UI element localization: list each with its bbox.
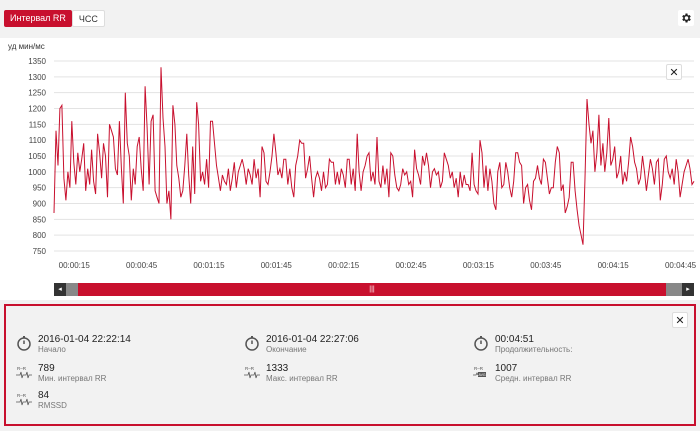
y-tick-label: 800 <box>33 231 47 240</box>
y-tick-label: 750 <box>33 247 47 256</box>
y-tick-label: 1100 <box>29 136 47 145</box>
tab-heart-rate[interactable]: ЧСС <box>71 10 105 27</box>
y-tick-label: 1350 <box>28 57 46 66</box>
scroll-track-right <box>666 283 682 296</box>
svg-text:R–R: R–R <box>17 366 27 371</box>
view-tabs: Интервал RR ЧСС <box>4 10 105 27</box>
stopwatch-icon <box>16 335 32 351</box>
x-tick-label: 00:02:15 <box>328 261 360 270</box>
x-tick-label: 00:01:45 <box>261 261 293 270</box>
svg-text:R–R: R–R <box>17 393 27 398</box>
avg-rr-label: Средн. интервал RR <box>495 374 572 383</box>
x-tick-label: 00:03:45 <box>530 261 562 270</box>
settings-button[interactable] <box>678 10 694 26</box>
x-tick-label: 00:01:15 <box>193 261 225 270</box>
x-tick-label: 00:04:45 <box>665 261 697 270</box>
y-tick-label: 1150 <box>29 120 47 129</box>
min-rr-value: 789 <box>38 363 55 374</box>
svg-text:R–R: R–R <box>245 366 255 371</box>
y-tick-label: 1300 <box>28 73 46 82</box>
max-rr-value: 1333 <box>266 363 289 374</box>
x-tick-label: 00:00:15 <box>59 261 91 270</box>
rmssd-value: 84 <box>38 390 50 401</box>
avg-icon-text: AVG <box>479 373 486 377</box>
x-tick-label: 00:02:45 <box>395 261 427 270</box>
max-rr-label: Макс. интервал RR <box>266 374 338 383</box>
avg-rr-value: 1007 <box>495 363 518 374</box>
scroll-thumb[interactable]: ||| <box>78 283 666 296</box>
y-tick-label: 850 <box>33 215 47 224</box>
rr-min-icon: R–R <box>16 364 32 380</box>
stopwatch-icon <box>473 335 489 351</box>
start-value: 2016-01-04 22:22:14 <box>38 334 131 345</box>
duration-value: 00:04:51 <box>495 334 534 345</box>
y-tick-label: 1050 <box>28 152 46 161</box>
stopwatch-icon <box>244 335 260 351</box>
stat-start: 2016-01-04 22:22:14 Начало <box>16 334 131 355</box>
min-rr-label: Мин. интервал RR <box>38 374 107 383</box>
start-label: Начало <box>38 345 66 354</box>
rr-chart-panel: уд мин/мс 1350 1300 1250 1200 1150 1100 1050 10… <box>0 38 700 300</box>
stat-min-rr: R–R 789 Мин. интервал RR <box>16 363 106 384</box>
stat-rmssd: R–R 84 RMSSD <box>16 390 67 411</box>
chart-close-button[interactable]: ✕ <box>666 64 682 80</box>
y-tick-label: 900 <box>33 200 47 209</box>
stats-close-button[interactable]: ✕ <box>672 312 688 328</box>
stat-max-rr: R–R 1333 Макс. интервал RR <box>244 363 338 384</box>
rmssd-label: RMSSD <box>38 401 67 410</box>
end-label: Окончание <box>266 345 307 354</box>
stat-avg-rr: R–R AVG 1007 Средн. интервал RR <box>473 363 571 384</box>
statistics-panel: ✕ 2016-01-04 22:22:14 Начало 2016-01-04 … <box>4 304 696 426</box>
y-tick-label: 1000 <box>28 168 46 177</box>
gear-icon <box>682 13 691 23</box>
stat-end: 2016-01-04 22:27:06 Окончание <box>244 334 359 355</box>
tab-rr-interval[interactable]: Интервал RR <box>4 10 72 27</box>
y-tick-label: 1250 <box>28 89 46 98</box>
rr-line-chart: уд мин/мс 1350 1300 1250 1200 1150 1100 1050 10… <box>8 42 697 270</box>
chart-scrollbar[interactable]: ◂ ||| ▸ <box>54 283 694 296</box>
rr-avg-icon: R–R AVG <box>473 364 489 380</box>
stat-duration: 00:04:51 Продолжительность: <box>473 334 572 355</box>
scroll-track-left <box>66 283 78 296</box>
rr-rmssd-icon: R–R <box>16 391 32 407</box>
scroll-left-button[interactable]: ◂ <box>54 283 66 296</box>
end-value: 2016-01-04 22:27:06 <box>266 334 359 345</box>
x-tick-label: 00:03:15 <box>463 261 495 270</box>
svg-text:R–R: R–R <box>474 366 484 371</box>
y-tick-label: 950 <box>33 184 47 193</box>
rr-max-icon: R–R <box>244 364 260 380</box>
x-tick-label: 00:00:45 <box>126 261 158 270</box>
scroll-right-button[interactable]: ▸ <box>682 283 694 296</box>
duration-label: Продолжительность: <box>495 345 573 354</box>
x-tick-label: 00:04:15 <box>598 261 630 270</box>
y-axis-label: уд мин/мс <box>8 42 45 51</box>
y-tick-label: 1200 <box>28 105 46 114</box>
